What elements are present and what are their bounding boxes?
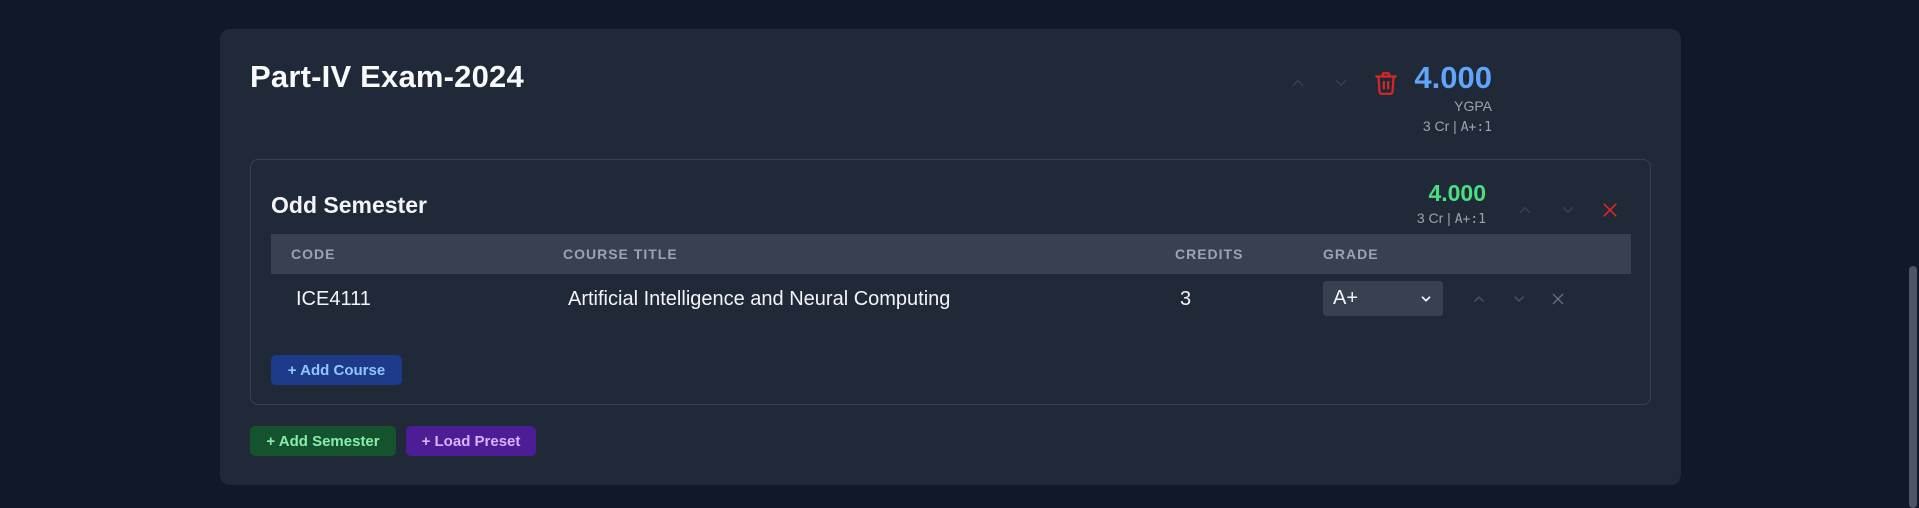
chevron-down-icon [1514, 296, 1524, 302]
chevron-up-icon [1519, 207, 1531, 213]
scrollbar-thumb[interactable] [1909, 266, 1917, 508]
year-card: Part-IV Exam-2024 4.000 YGPA 3 Cr | A+:1… [220, 29, 1681, 485]
chevron-down-icon [1421, 295, 1431, 302]
course-move-down-button[interactable] [1507, 287, 1531, 311]
semester-move-up-button[interactable] [1513, 198, 1537, 222]
add-semester-button[interactable]: + Add Semester [250, 426, 396, 456]
grade-select[interactable]: A+ [1323, 281, 1443, 316]
year-credits: 3 Cr [1422, 118, 1450, 134]
semester-separator: | [1447, 210, 1451, 226]
chevron-down-icon [1335, 80, 1347, 86]
semester-stats: 4.000 3 Cr | A+:1 [1417, 180, 1486, 228]
header-code: CODE [291, 246, 336, 262]
semester-card: Odd Semester 4.000 3 Cr | A+:1 CODE COUR… [250, 159, 1651, 405]
remove-course-button[interactable] [1546, 287, 1570, 311]
course-move-up-button[interactable] [1467, 287, 1491, 311]
chevron-up-icon [1292, 80, 1304, 86]
semester-credits: 3 Cr [1416, 210, 1444, 226]
course-title-input[interactable]: Artificial Intelligence and Neural Compu… [568, 274, 950, 324]
table-row: ICE4111 Artificial Intelligence and Neur… [271, 274, 1631, 324]
year-move-down-button[interactable] [1329, 71, 1353, 95]
header-credits: CREDITS [1175, 246, 1244, 262]
chevron-up-icon [1474, 296, 1484, 302]
semester-credits-summary: 3 Cr | A+:1 [1417, 210, 1486, 228]
trash-icon [1375, 72, 1397, 95]
header-grade: GRADE [1323, 246, 1379, 262]
table-header: CODE COURSE TITLE CREDITS GRADE [271, 234, 1631, 274]
year-stats: 4.000 YGPA 3 Cr | A+:1 [1414, 61, 1492, 136]
delete-year-button[interactable] [1372, 69, 1400, 97]
header-course-title: COURSE TITLE [563, 246, 678, 262]
page-scrollbar[interactable] [1907, 0, 1919, 508]
year-gpa-label: YGPA [1454, 98, 1492, 114]
semester-move-down-button[interactable] [1556, 198, 1580, 222]
year-gpa-value: 4.000 [1414, 60, 1492, 95]
year-grade-summary: A+:1 [1460, 120, 1492, 135]
close-icon [1603, 203, 1617, 217]
grade-select-value: A+ [1333, 287, 1359, 309]
chevron-down-icon [1562, 207, 1574, 213]
close-icon [1552, 293, 1564, 305]
year-credits-summary: 3 Cr | A+:1 [1414, 118, 1492, 136]
semester-gpa-value: 4.000 [1428, 180, 1486, 206]
year-separator: | [1453, 118, 1457, 134]
year-move-up-button[interactable] [1286, 71, 1310, 95]
add-course-button[interactable]: + Add Course [271, 355, 402, 385]
load-preset-button[interactable]: + Load Preset [406, 426, 536, 456]
course-code-input[interactable]: ICE4111 [296, 274, 371, 324]
semester-grade-summary: A+:1 [1454, 212, 1486, 227]
course-table: CODE COURSE TITLE CREDITS GRADE ICE4111 … [271, 234, 1631, 324]
semester-title: Odd Semester [271, 192, 427, 218]
year-title: Part-IV Exam-2024 [250, 59, 524, 94]
course-credits-input[interactable]: 3 [1180, 274, 1191, 324]
remove-semester-button[interactable] [1598, 198, 1622, 222]
